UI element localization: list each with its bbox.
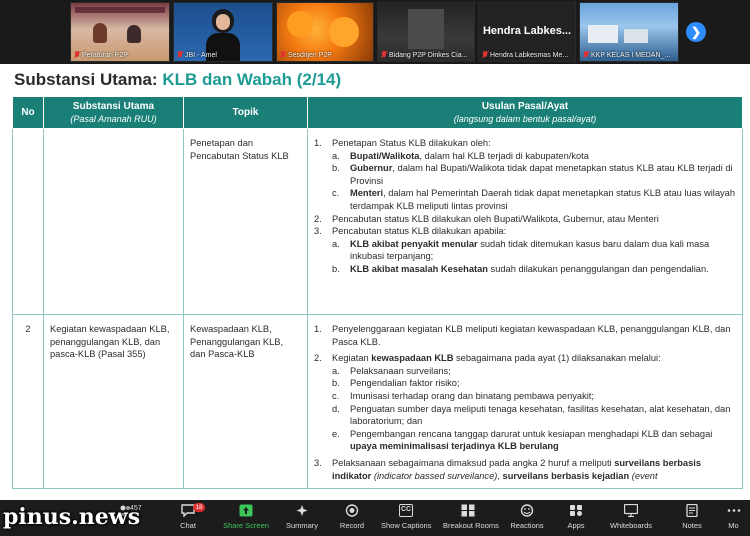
- watermark-logo: pinus.news: [3, 504, 141, 530]
- flower-graphic: [287, 11, 313, 37]
- whiteboards-icon: [623, 503, 639, 518]
- chat-button[interactable]: 18 Chat: [163, 502, 213, 534]
- summary-label: Summary: [285, 521, 319, 530]
- tile-name-label: Hendra Labkesmas Me...: [482, 51, 568, 59]
- apps-icon: [569, 504, 583, 517]
- table-header-row: No Substansi Utama (Pasal Amanah RUU) Top…: [12, 96, 743, 129]
- show-captions-label: Show Captions: [381, 521, 432, 530]
- header-usulan: Usulan Pasal/Ayat (langsung dalam bentuk …: [307, 96, 743, 129]
- list-item: c. Imunisasi terhadap orang dan binatang …: [332, 390, 594, 401]
- room-graphic: [408, 9, 444, 49]
- chat-unread-badge: 18: [193, 503, 205, 512]
- share-screen-label: Share Screen: [223, 521, 269, 530]
- row-topik: Penetapan dan Pencabutan Status KLB: [183, 128, 308, 315]
- building-graphic: [588, 25, 618, 43]
- more-button[interactable]: Mo: [717, 502, 750, 534]
- mic-muted-icon: [177, 51, 183, 59]
- list-item: 3. Pencabutan status KLB dilakukan apabil…: [314, 225, 736, 275]
- record-icon: [345, 504, 359, 517]
- notes-label: Notes: [682, 521, 702, 530]
- more-label: Mo: [728, 521, 739, 530]
- apps-label: Apps: [567, 521, 585, 530]
- list-item: 3. Pelaksanaan sebagaimana dimaksud pada …: [314, 457, 702, 481]
- list-item: 1. Penetapan Status KLB dilakukan oleh: a…: [314, 138, 736, 211]
- breakout-rooms-button[interactable]: Breakout Rooms: [443, 502, 499, 534]
- video-tile-kkp-medan[interactable]: KKP KELAS I MEDAN_...: [579, 2, 679, 62]
- mic-muted-icon: [482, 51, 488, 59]
- video-tile-sesditjen-p2p[interactable]: Sesditjen P2P: [276, 2, 374, 62]
- banner-graphic: [75, 7, 165, 13]
- more-dots-icon: [727, 504, 741, 517]
- show-captions-button[interactable]: CC Show Captions: [381, 502, 431, 534]
- mic-muted-icon: [74, 51, 80, 59]
- list-item: b. KLB akibat masalah Kesehatan sudah dil…: [332, 263, 709, 274]
- mic-muted-icon: [583, 51, 589, 59]
- row-substansi: Kegiatan kewaspadaan KLB, penanggulangan…: [43, 313, 184, 490]
- breakout-rooms-label: Breakout Rooms: [443, 521, 499, 530]
- list-item: d. Penguatan sumber daya meliputi tenaga …: [332, 403, 731, 427]
- next-page-arrow-icon[interactable]: ❯: [686, 22, 706, 42]
- tile-display-name: Hendra Labkes...: [482, 25, 572, 37]
- header-substansi: Substansi Utama (Pasal Amanah RUU): [43, 96, 184, 129]
- tile-name-label: Bidang P2P Dinkes Cia...: [381, 51, 467, 59]
- row-no: [12, 128, 44, 315]
- tile-name-label: KKP KELAS I MEDAN_...: [583, 51, 670, 59]
- list-item: b. Gubernur, dalam hal Bupati/Walikota ti…: [332, 163, 733, 186]
- video-tile-bidang-p2p[interactable]: Bidang P2P Dinkes Cia...: [377, 2, 475, 62]
- participant-silhouette: [93, 23, 107, 43]
- video-strip: Peraturan P2P JBI - Amel Sesditjen P2P B…: [0, 0, 750, 64]
- list-item: a. KLB akibat penyakit menular sudah tida…: [332, 238, 710, 262]
- chat-label: Chat: [180, 521, 196, 530]
- zoom-meeting-window: Peraturan P2P JBI - Amel Sesditjen P2P B…: [0, 0, 750, 536]
- notes-button[interactable]: Notes: [667, 502, 717, 534]
- participant-silhouette: [127, 25, 141, 43]
- list-item: 1. Penyelenggaraan kegiatan KLB meliputi …: [314, 324, 731, 347]
- whiteboards-button[interactable]: Whiteboards: [606, 502, 656, 534]
- flower-graphic: [329, 17, 359, 47]
- list-item: e. Pengembangan rencana tanggap darurat u…: [332, 428, 713, 452]
- participant-face: [216, 14, 230, 30]
- substansi-table: No Substansi Utama (Pasal Amanah RUU) Top…: [12, 96, 743, 490]
- mic-muted-icon: [381, 51, 387, 59]
- list-item: b. Pengendalian faktor risiko;: [332, 378, 460, 389]
- summary-button[interactable]: Summary: [277, 502, 327, 534]
- share-screen-icon: [239, 504, 253, 517]
- video-tile-hendra-labkesmas[interactable]: Hendra Labkes... Hendra Labkesmas Me...: [478, 2, 576, 62]
- breakout-rooms-icon: [461, 504, 475, 517]
- reactions-label: Reactions: [510, 521, 544, 530]
- row-usulan: 1. Penyelenggaraan kegiatan KLB meliputi …: [307, 313, 743, 490]
- video-tile-peraturan-p2p[interactable]: Peraturan P2P: [70, 2, 170, 62]
- mic-muted-icon: [280, 51, 286, 59]
- list-item: a. Bupati/Walikota, dalam hal KLB terjadi…: [332, 150, 589, 161]
- table-row: Penetapan dan Pencabutan Status KLB 1. Pe…: [12, 128, 743, 315]
- row-no: 2: [12, 313, 44, 490]
- row-topik: Kewaspadaan KLB, Penanggulangan KLB, dan…: [183, 313, 308, 490]
- captions-icon: CC: [399, 504, 413, 517]
- reactions-button[interactable]: Reactions: [502, 502, 552, 534]
- list-item: 2. Kegiatan kewaspadaan KLB sebagaimana p…: [314, 352, 736, 453]
- tile-name-label: Peraturan P2P: [74, 51, 128, 59]
- notes-icon: [685, 503, 699, 518]
- tile-name-label: Sesditjen P2P: [280, 51, 332, 59]
- summary-icon: [295, 504, 309, 517]
- list-item: a. Pelaksanaan surveilans;: [332, 365, 451, 376]
- header-no: No: [12, 96, 44, 129]
- whiteboards-label: Whiteboards: [609, 521, 653, 530]
- row-substansi: [43, 128, 184, 315]
- shared-slide: Substansi Utama: KLB dan Wabah (2/14) No…: [0, 64, 750, 500]
- apps-button[interactable]: Apps: [551, 502, 601, 534]
- share-screen-button[interactable]: Share Screen: [221, 502, 271, 534]
- building-graphic: [624, 29, 648, 43]
- list-item: 2. Pencabutan status KLB dilakukan oleh B…: [314, 213, 659, 224]
- list-item: c. Menteri, dalam hal Pemerintah Daerah t…: [332, 188, 736, 211]
- table-row: 2 Kegiatan kewaspadaan KLB, penanggulang…: [12, 313, 743, 490]
- row-usulan: 1. Penetapan Status KLB dilakukan oleh: a…: [307, 128, 743, 315]
- reactions-smiley-icon: [520, 504, 534, 517]
- record-button[interactable]: Record: [327, 502, 377, 534]
- tile-name-label: JBI - Amel: [177, 51, 217, 59]
- header-topik: Topik: [183, 96, 308, 129]
- record-label: Record: [339, 521, 365, 530]
- video-tile-jbi-amel[interactable]: JBI - Amel: [173, 2, 273, 62]
- slide-title: Substansi Utama: KLB dan Wabah (2/14): [14, 70, 342, 89]
